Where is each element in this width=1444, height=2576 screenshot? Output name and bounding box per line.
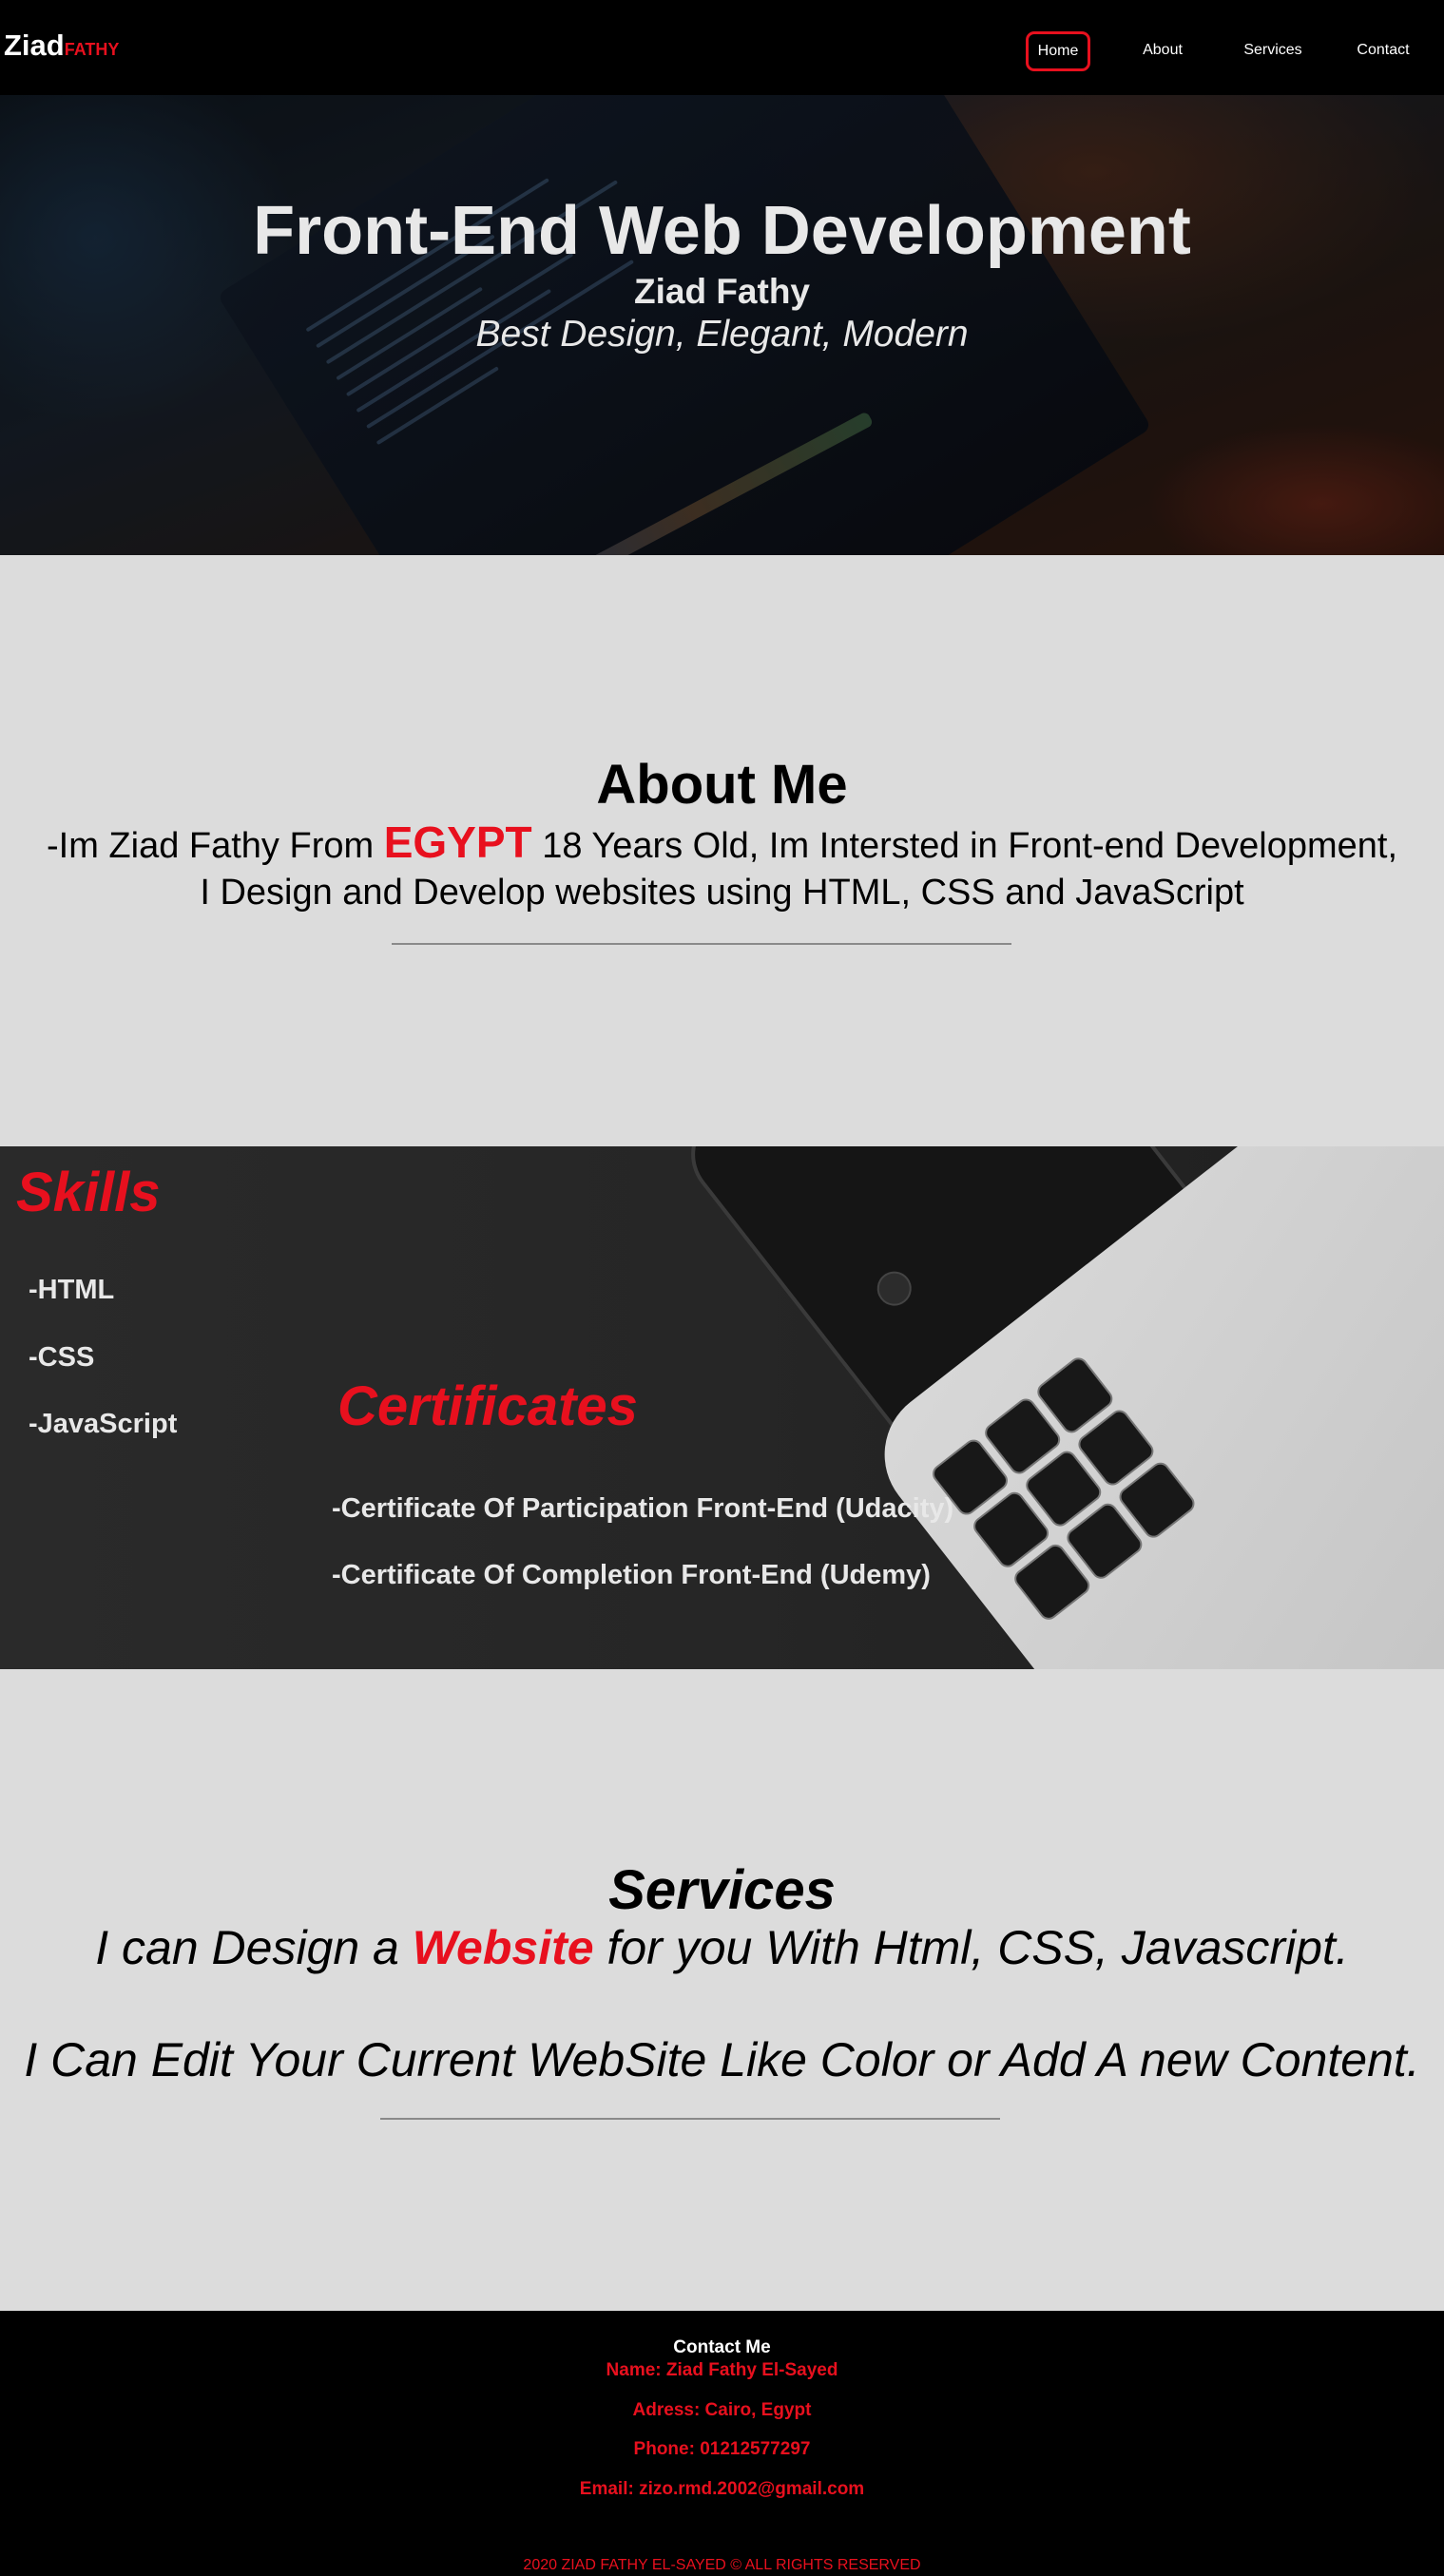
logo-accent-text: FATHY <box>64 40 120 59</box>
contact-address: Adress: Cairo, Egypt <box>632 2400 812 2420</box>
about-line1-prefix: -Im Ziad Fathy From <box>46 826 384 866</box>
copyright-text: 2020 ZIAD FATHY EL-SAYED © ALL RIGHTS RE… <box>523 2557 921 2573</box>
about-line-1: -Im Ziad Fathy From EGYPT 18 Years Old, … <box>0 819 1444 870</box>
services-line1-prefix: I can Design a <box>95 1921 413 1974</box>
contact-name: Name: Ziad Fathy El-Sayed <box>606 2360 838 2380</box>
contact-phone: Phone: 01212577297 <box>633 2439 811 2459</box>
certificate-item-udacity: -Certificate Of Participation Front-End … <box>332 1493 954 1524</box>
certificate-item-udemy: -Certificate Of Completion Front-End (Ud… <box>332 1560 931 1590</box>
about-text: -Im Ziad Fathy From EGYPT 18 Years Old, … <box>0 819 1444 916</box>
hero-title: Front-End Web Development <box>253 193 1191 269</box>
about-country-highlight: EGYPT <box>383 817 532 867</box>
services-line-1: I can Design a Website for you With Html… <box>0 1920 1444 1975</box>
nav-link-about[interactable]: About <box>1134 31 1191 71</box>
about-line1-suffix: 18 Years Old, Im Intersted in Front-end … <box>531 826 1398 866</box>
contact-title: Contact Me <box>673 2337 771 2357</box>
about-divider <box>392 943 1011 945</box>
services-line-2: I Can Edit Your Current WebSite Like Col… <box>24 2033 1420 2086</box>
nav-link-services[interactable]: Services <box>1237 31 1309 71</box>
site-logo[interactable]: ZiadFATHY <box>4 29 119 63</box>
nav-links: Home About Services Contact <box>1026 31 1444 71</box>
services-line1-suffix: for you With Html, CSS, Javascript. <box>593 1921 1349 1974</box>
services-website-highlight: Website <box>412 1921 594 1974</box>
services-divider <box>380 2118 1000 2120</box>
about-title: About Me <box>596 754 848 816</box>
about-line-2: I Design and Develop websites using HTML… <box>200 873 1244 913</box>
hero-tagline: Best Design, Elegant, Modern <box>475 314 969 355</box>
services-title: Services <box>608 1859 836 1921</box>
contact-email[interactable]: Email: zizo.rmd.2002@gmail.com <box>0 2479 1444 2500</box>
skills-title: Skills <box>16 1162 161 1223</box>
skill-item-css: -CSS <box>29 1342 95 1373</box>
nav-link-home[interactable]: Home <box>1026 31 1090 71</box>
footer: Contact Me Name: Ziad Fathy El-Sayed Adr… <box>0 2311 1444 2576</box>
top-navbar: ZiadFATHY Home About Services Contact <box>0 0 1444 95</box>
skills-section: Skills -HTML -CSS -JavaScript Certificat… <box>0 1146 1444 1669</box>
hero-name: Ziad Fathy <box>633 272 811 311</box>
certificates-title: Certificates <box>337 1375 638 1437</box>
skill-item-html: -HTML <box>29 1275 115 1305</box>
skill-item-javascript: -JavaScript <box>29 1409 178 1439</box>
hero-banner: Front-End Web Development Ziad Fathy Bes… <box>0 95 1444 555</box>
logo-main-text: Ziad <box>4 29 65 62</box>
nav-link-contact[interactable]: Contact <box>1345 31 1421 71</box>
